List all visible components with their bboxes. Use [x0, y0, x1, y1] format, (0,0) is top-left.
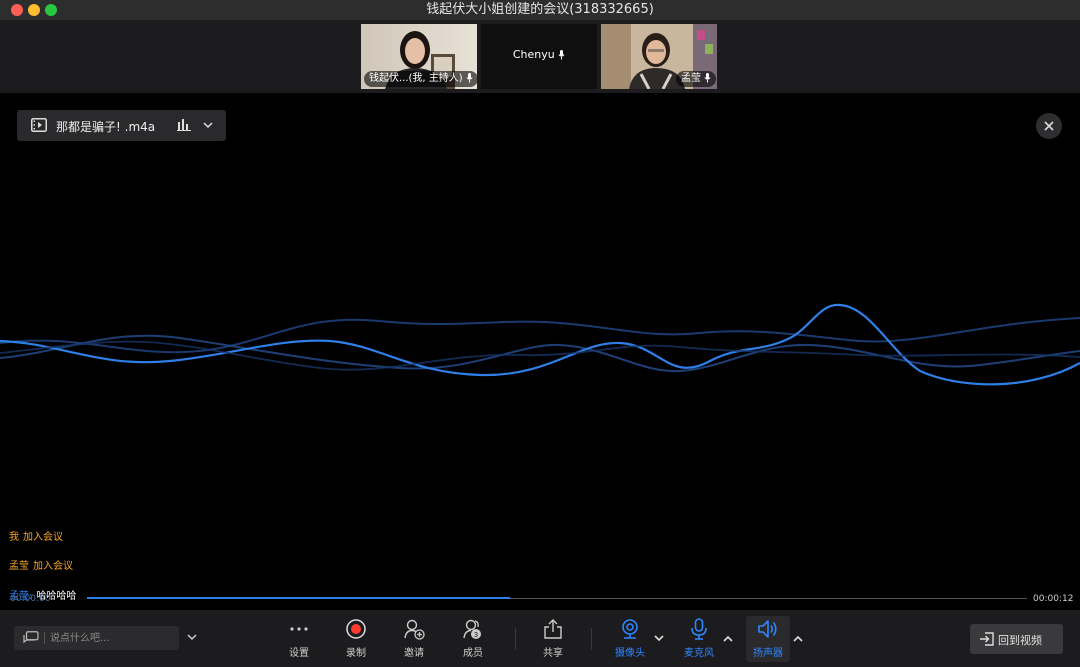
close-share-button[interactable]	[1036, 113, 1062, 139]
window-title: 钱起伏大小姐创建的会议(318332665)	[426, 2, 654, 17]
chevron-up-icon[interactable]	[793, 635, 803, 642]
audio-levels-icon[interactable]	[177, 119, 191, 131]
participant-tile-mengying[interactable]: 孟莹	[601, 24, 717, 89]
media-file-name: 那都是骗子! .m4a	[56, 120, 156, 134]
elapsed-time: 00:00:00	[10, 594, 51, 604]
chevron-up-icon[interactable]	[723, 635, 733, 642]
members-icon: 3	[463, 619, 481, 639]
chat-message: 我加入会议	[9, 532, 63, 543]
record-icon	[346, 619, 366, 639]
record-button[interactable]: 录制	[334, 618, 378, 664]
window-titlebar: 钱起伏大小姐创建的会议(318332665)	[0, 0, 1080, 21]
mic-icon	[704, 73, 711, 83]
invite-button[interactable]: 邀请	[392, 618, 436, 664]
more-dots-icon	[290, 627, 308, 631]
chat-input-divider	[44, 632, 45, 644]
audio-waveform-visualization	[0, 303, 1080, 386]
participant-name-tag: 孟莹	[676, 71, 717, 87]
microphone-icon	[691, 618, 707, 640]
total-duration: 00:00:12	[1033, 594, 1074, 604]
shared-media-stage: 那都是骗子! .m4a 我加入会议 孟莹 加入会议 孟莹: 哈哈哈哈 00:00:0…	[0, 93, 1080, 610]
playback-progress-fill	[87, 597, 510, 599]
chevron-down-icon[interactable]	[203, 122, 213, 129]
chevron-down-icon[interactable]	[187, 634, 197, 641]
participant-tile-self[interactable]: 钱起伏...(我, 主持人)	[361, 24, 477, 89]
settings-button[interactable]: 设置	[277, 618, 321, 664]
close-icon	[1044, 121, 1054, 131]
add-user-icon	[404, 619, 425, 640]
camera-button[interactable]: 摄像头	[608, 618, 652, 664]
chevron-down-icon[interactable]	[654, 635, 664, 642]
members-count-badge: 3	[474, 631, 478, 639]
participant-tile-chenyu[interactable]: Chenyu	[481, 24, 597, 89]
chat-message: 孟莹 加入会议	[9, 561, 73, 572]
chat-bubble-icon	[23, 631, 39, 644]
chat-input-box[interactable]	[14, 626, 179, 650]
camera-icon	[622, 619, 638, 639]
share-button[interactable]: 共享	[531, 618, 575, 664]
participant-name-tag: 钱起伏...(我, 主持人)	[364, 71, 477, 87]
media-file-selector[interactable]: 那都是骗子! .m4a	[17, 110, 226, 141]
toolbar-divider	[591, 628, 592, 650]
microphone-button[interactable]: 麦克风	[677, 618, 721, 664]
speaker-button[interactable]: 扬声器	[746, 618, 790, 664]
share-icon	[544, 619, 562, 639]
playback-progress-bar[interactable]	[87, 597, 1027, 599]
speaker-icon	[758, 620, 777, 638]
participant-strip: 钱起伏...(我, 主持人) Chenyu 孟莹	[0, 21, 1080, 93]
meeting-toolbar: 设置 录制 邀请 3 成员	[0, 610, 1080, 667]
mic-icon	[466, 73, 473, 83]
chat-input[interactable]	[50, 629, 170, 647]
members-button[interactable]: 3 成员	[451, 618, 495, 664]
participant-name-tag: Chenyu	[481, 48, 597, 61]
back-to-video-button[interactable]: 回到视频	[970, 624, 1063, 654]
mic-icon	[558, 50, 565, 60]
toolbar-divider	[515, 628, 516, 650]
video-file-icon	[31, 118, 47, 132]
enter-icon	[980, 632, 994, 646]
